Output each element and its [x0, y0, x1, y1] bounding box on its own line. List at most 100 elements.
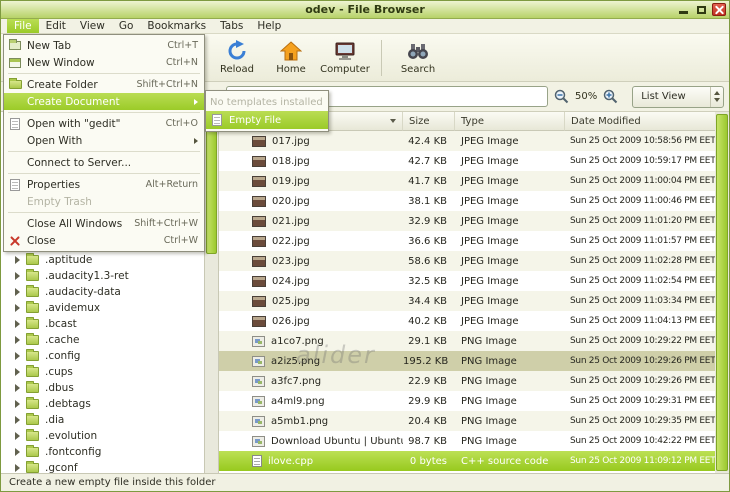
submenu-item-empty-file[interactable]: Empty File	[206, 111, 328, 129]
file-size: 40.2 KB	[403, 316, 455, 327]
file-row[interactable]: 022.jpg36.6 KBJPEG ImageSun 25 Oct 2009 …	[219, 231, 715, 251]
file-row-selected[interactable]: ilove.cpp0 bytesC++ source codeSun 25 Oc…	[219, 451, 715, 471]
file-name: 025.jpg	[272, 296, 310, 307]
minimize-button[interactable]	[676, 3, 690, 16]
expander-icon[interactable]	[15, 288, 20, 296]
expander-icon[interactable]	[15, 464, 20, 472]
file-row[interactable]: a3fc7.png22.9 KBPNG ImageSun 25 Oct 2009…	[219, 371, 715, 391]
file-row[interactable]: 025.jpg34.4 KBJPEG ImageSun 25 Oct 2009 …	[219, 291, 715, 311]
file-date: Sun 25 Oct 2009 11:09:12 PM EET	[565, 456, 715, 466]
menu-item-connect-to-server[interactable]: Connect to Server...	[4, 154, 204, 171]
file-row[interactable]: a1co7.png29.1 KBPNG ImageSun 25 Oct 2009…	[219, 331, 715, 351]
folder-name: .fontconfig	[45, 446, 101, 458]
file-name: 024.jpg	[272, 276, 310, 287]
menu-item-create-document[interactable]: Create Document	[4, 93, 204, 110]
folder-name: .audacity1.3-ret	[45, 270, 129, 282]
sidebar-item-evolution[interactable]: .evolution	[1, 428, 204, 444]
sidebar-item-fontconfig[interactable]: .fontconfig	[1, 444, 204, 460]
expander-icon[interactable]	[15, 336, 20, 344]
zoom-out-button[interactable]	[554, 88, 569, 106]
sidebar-item-audacity-data[interactable]: .audacity-data	[1, 284, 204, 300]
maximize-icon	[697, 6, 706, 14]
file-row[interactable]: 020.jpg38.1 KBJPEG ImageSun 25 Oct 2009 …	[219, 191, 715, 211]
sidebar-item-dia[interactable]: .dia	[1, 412, 204, 428]
sidebar-item-gconf[interactable]: .gconf	[1, 460, 204, 473]
sidebar-item-audacity13[interactable]: .audacity1.3-ret	[1, 268, 204, 284]
expander-icon[interactable]	[15, 432, 20, 440]
list-scrollbar-thumb[interactable]	[716, 114, 728, 471]
menu-item-close[interactable]: CloseCtrl+W	[4, 232, 204, 249]
expander-icon[interactable]	[15, 448, 20, 456]
sidebar-item-config[interactable]: .config	[1, 348, 204, 364]
file-row[interactable]: 026.jpg40.2 KBJPEG ImageSun 25 Oct 2009 …	[219, 311, 715, 331]
computer-label: Computer	[320, 64, 370, 75]
jpeg-thumbnail-icon	[252, 276, 266, 287]
computer-icon	[334, 40, 356, 62]
expander-icon[interactable]	[15, 416, 20, 424]
sidebar-item-cache[interactable]: .cache	[1, 332, 204, 348]
menu-item-label: Open With	[27, 135, 189, 147]
menu-item-create-folder[interactable]: Create FolderShift+Ctrl+N	[4, 76, 204, 93]
file-row[interactable]: a5mb1.png20.4 KBPNG ImageSun 25 Oct 2009…	[219, 411, 715, 431]
column-header-type[interactable]: Type	[455, 112, 565, 131]
sidebar-item-bcast[interactable]: .bcast	[1, 316, 204, 332]
maximize-button[interactable]	[694, 3, 708, 16]
menu-file[interactable]: File	[7, 19, 39, 33]
file-row[interactable]: 023.jpg58.6 KBJPEG ImageSun 25 Oct 2009 …	[219, 251, 715, 271]
view-mode-select[interactable]: List View	[632, 86, 724, 108]
menu-go[interactable]: Go	[112, 19, 141, 33]
file-row[interactable]: 018.jpg42.7 KBJPEG ImageSun 25 Oct 2009 …	[219, 151, 715, 171]
expander-icon[interactable]	[15, 368, 20, 376]
folder-name: .gconf	[45, 462, 78, 473]
file-row[interactable]: Download Ubuntu | Ubuntu_12565...98.7 KB…	[219, 431, 715, 451]
column-header-date[interactable]: Date Modified	[565, 112, 715, 131]
file-type: JPEG Image	[455, 236, 565, 247]
expander-icon[interactable]	[15, 384, 20, 392]
zoom-in-button[interactable]	[603, 88, 618, 106]
menu-edit[interactable]: Edit	[39, 19, 73, 33]
expander-icon[interactable]	[15, 272, 20, 280]
close-button[interactable]	[712, 3, 726, 16]
file-name: 021.jpg	[272, 216, 310, 227]
home-button[interactable]: Home	[265, 36, 317, 80]
menu-item-new-window[interactable]: New WindowCtrl+N	[4, 54, 204, 71]
file-row[interactable]: 021.jpg32.9 KBJPEG ImageSun 25 Oct 2009 …	[219, 211, 715, 231]
sidebar-item-cups[interactable]: .cups	[1, 364, 204, 380]
menu-item-properties[interactable]: PropertiesAlt+Return	[4, 176, 204, 193]
expander-icon[interactable]	[15, 256, 20, 264]
expander-icon[interactable]	[15, 352, 20, 360]
sidebar-item-debtags[interactable]: .debtags	[1, 396, 204, 412]
titlebar[interactable]: odev - File Browser	[1, 1, 729, 19]
sidebar-item-dbus[interactable]: .dbus	[1, 380, 204, 396]
menu-tabs[interactable]: Tabs	[213, 19, 250, 33]
menu-help[interactable]: Help	[250, 19, 288, 33]
menu-separator	[8, 212, 200, 213]
menu-view[interactable]: View	[73, 19, 112, 33]
list-scrollbar[interactable]	[715, 112, 729, 473]
file-row-selected-inactive[interactable]: a2iz5.png195.2 KBPNG ImageSun 25 Oct 200…	[219, 351, 715, 371]
computer-button[interactable]: Computer	[319, 36, 371, 80]
sidebar-scrollbar-thumb[interactable]	[206, 114, 217, 254]
submenu-arrow-icon	[194, 138, 198, 144]
menu-item-open-with[interactable]: Open With	[4, 132, 204, 149]
file-row[interactable]: 024.jpg32.5 KBJPEG ImageSun 25 Oct 2009 …	[219, 271, 715, 291]
reload-button[interactable]: Reload	[211, 36, 263, 80]
menu-item-new-tab[interactable]: New TabCtrl+T	[4, 37, 204, 54]
column-header-size[interactable]: Size	[403, 112, 455, 131]
file-size: 0 bytes	[403, 456, 455, 467]
expander-icon[interactable]	[15, 400, 20, 408]
file-row[interactable]: 019.jpg41.7 KBJPEG ImageSun 25 Oct 2009 …	[219, 171, 715, 191]
sidebar-item-aptitude[interactable]: .aptitude	[1, 252, 204, 268]
expander-icon[interactable]	[15, 304, 20, 312]
menu-item-close-all-windows[interactable]: Close All WindowsShift+Ctrl+W	[4, 215, 204, 232]
sidebar-scrollbar[interactable]	[205, 112, 219, 473]
menu-bookmarks[interactable]: Bookmarks	[140, 19, 213, 33]
sidebar-item-avidemux[interactable]: .avidemux	[1, 300, 204, 316]
expander-icon[interactable]	[15, 320, 20, 328]
menu-item-open-with-gedit[interactable]: Open with "gedit"Ctrl+O	[4, 115, 204, 132]
file-type: JPEG Image	[455, 276, 565, 287]
search-button[interactable]: Search	[392, 36, 444, 80]
file-row[interactable]: a4ml9.png29.9 KBPNG ImageSun 25 Oct 2009…	[219, 391, 715, 411]
menu-item-label: Connect to Server...	[27, 157, 198, 169]
file-row[interactable]: 017.jpg42.4 KBJPEG ImageSun 25 Oct 2009 …	[219, 131, 715, 151]
